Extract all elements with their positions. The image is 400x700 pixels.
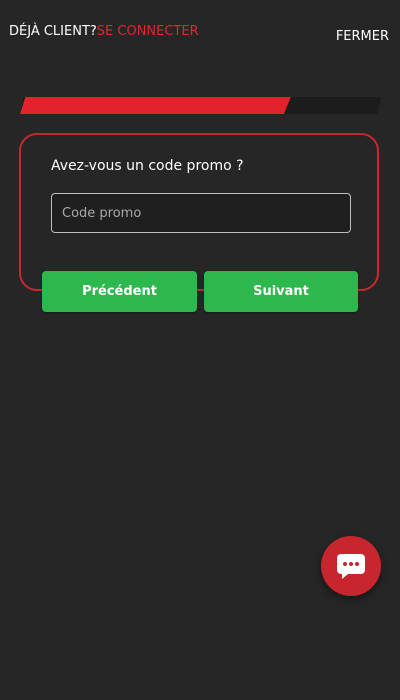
- promo-code-input[interactable]: [51, 193, 351, 233]
- already-client-prompt: DÉJÀ CLIENT?SE CONNECTER: [9, 24, 199, 40]
- promo-question: Avez-vous un code promo ?: [51, 158, 244, 174]
- progress-bar: [20, 97, 381, 114]
- promo-code-screen: DÉJÀ CLIENT?SE CONNECTER FERMER Avez-vou…: [0, 0, 400, 700]
- chat-button[interactable]: [321, 536, 381, 596]
- chat-bubble-icon: [337, 554, 365, 579]
- progress-fill: [20, 97, 291, 114]
- promo-code-card: Avez-vous un code promo ?: [19, 133, 379, 291]
- next-button[interactable]: Suivant: [204, 271, 358, 312]
- header: DÉJÀ CLIENT?SE CONNECTER FERMER: [0, 0, 400, 60]
- close-button[interactable]: FERMER: [336, 29, 389, 45]
- already-client-text: DÉJÀ CLIENT?: [9, 24, 97, 39]
- previous-button[interactable]: Précédent: [42, 271, 197, 312]
- login-link[interactable]: SE CONNECTER: [97, 24, 199, 39]
